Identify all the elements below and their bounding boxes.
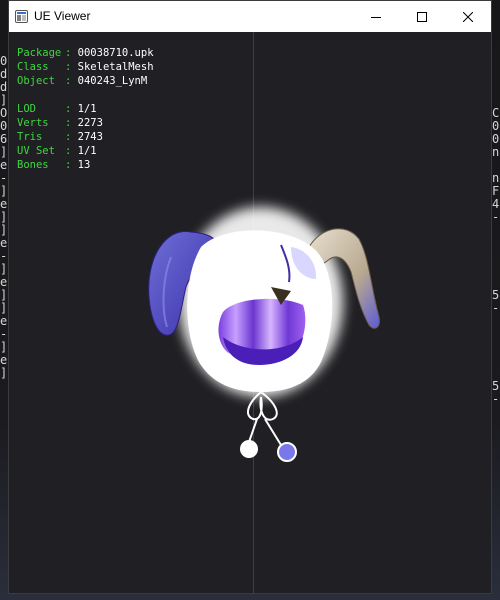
console-char	[492, 354, 500, 367]
info-row-verts: Verts: 2273	[17, 117, 103, 129]
minimize-button[interactable]	[353, 1, 399, 32]
console-char	[492, 263, 500, 276]
info-row-tris: Tris: 2743	[17, 131, 103, 143]
info-value: 040243_LynM	[77, 75, 148, 87]
info-value: 1/1	[77, 103, 97, 115]
console-char	[492, 237, 500, 250]
info-label: Bones	[17, 159, 49, 171]
console-char: -	[492, 301, 500, 315]
ue-viewer-app-icon	[15, 10, 28, 23]
info-row-lod: LOD: 1/1	[17, 103, 97, 115]
console-char	[492, 55, 500, 68]
console-char: n	[492, 145, 500, 159]
mesh-info-overlay: Package: 00038710.upk Class: SkeletalMes…	[17, 46, 154, 172]
info-value: 13	[77, 159, 91, 171]
info-label: Object	[17, 75, 55, 87]
maximize-icon	[417, 11, 427, 22]
console-char	[492, 68, 500, 81]
console-char	[492, 341, 500, 354]
info-label: Verts	[17, 117, 49, 129]
title-bar[interactable]: UE Viewer	[9, 1, 491, 32]
background-console-left: 0 d d] O 0 6] e -] e]] e -] e]] e -] e]	[0, 55, 8, 525]
3d-viewport[interactable]: Package: 00038710.upk Class: SkeletalMes…	[9, 32, 491, 593]
info-row-class: Class: SkeletalMesh	[17, 61, 154, 73]
console-char: ]	[0, 366, 8, 380]
console-char	[492, 315, 500, 328]
maximize-button[interactable]	[399, 1, 445, 32]
ue-viewer-window[interactable]: UE Viewer Package: 00038710.upk Class: S…	[8, 0, 492, 594]
close-button[interactable]	[445, 1, 491, 32]
console-char	[492, 328, 500, 341]
window-title: UE Viewer	[34, 9, 91, 23]
info-label: Package	[17, 47, 62, 59]
info-row-bones: Bones: 13	[17, 159, 91, 171]
close-icon	[463, 11, 473, 22]
info-label: Tris	[17, 131, 43, 143]
info-label: UV Set	[17, 145, 55, 157]
info-row-object: Object: 040243_LynM	[17, 75, 148, 87]
info-value: 2743	[77, 131, 103, 143]
info-value: 2273	[77, 117, 103, 129]
info-label: Class	[17, 61, 49, 73]
info-value: 00038710.upk	[77, 47, 154, 59]
info-value: 1/1	[77, 145, 97, 157]
info-value: SkeletalMesh	[77, 61, 154, 73]
pompom-right	[277, 442, 297, 462]
console-char	[492, 81, 500, 94]
console-char: -	[492, 210, 500, 224]
console-char: -	[492, 392, 500, 406]
background-console-right: C00nnF4-5-5-	[492, 55, 500, 525]
info-row-uv-set: UV Set: 1/1	[17, 145, 97, 157]
console-char	[492, 250, 500, 263]
pompom-left	[240, 440, 258, 458]
minimize-icon	[371, 16, 381, 18]
console-char	[492, 224, 500, 237]
info-label: LOD	[17, 103, 36, 115]
hat-strings	[246, 391, 282, 446]
skeletal-mesh-render[interactable]	[131, 187, 381, 487]
info-row-package: Package: 00038710.upk	[17, 47, 154, 59]
